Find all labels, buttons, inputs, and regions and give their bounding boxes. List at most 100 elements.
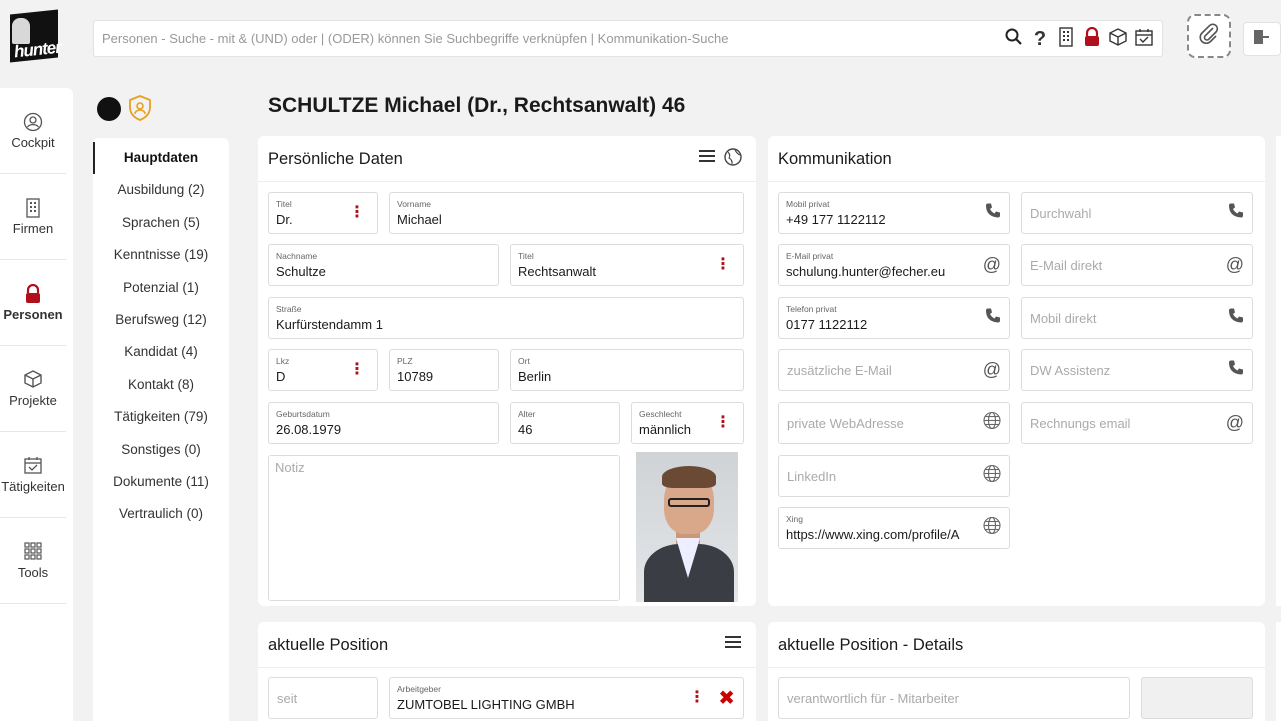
subnav-item-potenzial[interactable]: Potenzial (1) — [93, 276, 229, 308]
field-label: Nachname — [276, 251, 318, 261]
kebab-icon[interactable]: ⋮ — [349, 362, 365, 378]
phone-icon[interactable] — [1228, 308, 1244, 329]
subnav-item-berufsweg[interactable]: Berufsweg (12) — [93, 308, 229, 340]
subnav-item-kandidat[interactable]: Kandidat (4) — [93, 340, 229, 372]
card-title: Persönliche Daten — [268, 150, 403, 168]
at-icon[interactable]: @ — [983, 255, 1001, 276]
nav-item-tools[interactable]: Tools — [0, 518, 66, 604]
geschlecht-field[interactable]: Geschlecht männlich ⋮ — [631, 402, 744, 444]
seit-field[interactable]: seit — [268, 677, 378, 719]
subnav-item-kontakt[interactable]: Kontakt (8) — [93, 373, 229, 405]
subnav-item-sprachen[interactable]: Sprachen (5) — [93, 211, 229, 243]
dw-assistenz-field[interactable]: DW Assistenz — [1021, 349, 1253, 391]
nav-item-projekte[interactable]: Projekte — [0, 346, 66, 432]
delete-icon[interactable]: ✖ — [718, 686, 735, 711]
telefon-privat-field[interactable]: Telefon privat 0177 1122112 — [778, 297, 1010, 339]
building-icon[interactable] — [1056, 26, 1076, 52]
zus-email-field[interactable]: zusätzliche E-Mail @ — [778, 349, 1010, 391]
private-web-field[interactable]: private WebAdresse — [778, 402, 1010, 444]
subnav-item-kenntnisse[interactable]: Kenntnisse (19) — [93, 243, 229, 275]
rechnungs-email-field[interactable]: Rechnungs email @ — [1021, 402, 1253, 444]
position-details-card: aktuelle Position - Details verantwortli… — [768, 622, 1265, 721]
hunter-logo[interactable]: hunter — [6, 9, 62, 64]
nav-item-cockpit[interactable]: Cockpit — [0, 88, 66, 174]
xing-field[interactable]: Xing https://www.xing.com/profile/A — [778, 507, 1010, 549]
globe-icon[interactable] — [983, 516, 1001, 540]
phone-icon[interactable] — [985, 308, 1001, 329]
field-label: Titel — [518, 251, 534, 261]
field-placeholder: verantwortlich für - Mitarbeiter — [787, 690, 959, 706]
at-icon[interactable]: @ — [1226, 413, 1244, 434]
profile-photo[interactable] — [636, 452, 738, 602]
nav-label: Firmen — [12, 220, 54, 236]
personal-data-card: Persönliche Daten Titel Dr. ⋮ Vorname Mi… — [258, 136, 756, 606]
globe-icon[interactable] — [983, 411, 1001, 435]
field-placeholder: zusätzliche E-Mail — [787, 362, 892, 378]
subnav-item-ausbildung[interactable]: Ausbildung (2) — [93, 178, 229, 210]
geburtsdatum-field[interactable]: Geburtsdatum 26.08.1979 — [268, 402, 499, 444]
subnav-item-vertraulich[interactable]: Vertraulich (0) — [93, 502, 229, 534]
nav-label: Tools — [17, 564, 49, 580]
titel-field[interactable]: Titel Dr. ⋮ — [268, 192, 378, 234]
kebab-icon[interactable]: ⋮ — [715, 257, 731, 273]
phone-icon[interactable] — [1228, 360, 1244, 381]
lock-icon[interactable] — [1082, 26, 1102, 52]
nachname-field[interactable]: Nachname Schultze — [268, 244, 499, 286]
lkz-field[interactable]: Lkz D ⋮ — [268, 349, 378, 391]
next-card-edge — [1276, 622, 1281, 721]
subnav-item-dokumente[interactable]: Dokumente (11) — [93, 470, 229, 502]
mobil-direkt-field[interactable]: Mobil direkt — [1021, 297, 1253, 339]
cockpit-icon — [23, 112, 43, 132]
field-placeholder: seit — [277, 690, 298, 706]
at-icon[interactable]: @ — [983, 360, 1001, 381]
subnav-item-sonstiges[interactable]: Sonstiges (0) — [93, 438, 229, 470]
field-label: Titel — [276, 199, 292, 209]
globe-icon[interactable] — [983, 464, 1001, 488]
calendar-check-icon[interactable] — [1134, 28, 1154, 51]
field-value: D — [276, 369, 286, 384]
kebab-icon[interactable]: ⋮ — [349, 205, 365, 221]
field-value: https://www.xing.com/profile/A — [786, 527, 960, 542]
durchwahl-field[interactable]: Durchwahl — [1021, 192, 1253, 234]
nav-item-firmen[interactable]: Firmen — [0, 174, 66, 260]
nav-item-taetigkeiten[interactable]: Tätigkeiten — [0, 432, 66, 518]
phone-icon[interactable] — [985, 203, 1001, 224]
search-icon[interactable] — [1004, 28, 1024, 51]
kebab-icon[interactable]: ⋮ — [715, 415, 731, 431]
box-icon[interactable] — [1108, 27, 1128, 51]
search-input[interactable] — [102, 21, 1002, 56]
linkedin-field[interactable]: LinkedIn — [778, 455, 1010, 497]
field-value: 0177 1122112 — [786, 317, 868, 332]
menu-icon[interactable] — [724, 634, 742, 655]
vorname-field[interactable]: Vorname Michael — [389, 192, 744, 234]
verantwortlich-field[interactable]: verantwortlich für - Mitarbeiter — [778, 677, 1130, 719]
subnav-item-taetigkeiten[interactable]: Tätigkeiten (79) — [93, 405, 229, 437]
status-dot[interactable] — [97, 97, 121, 121]
field-label: Geschlecht — [639, 409, 682, 419]
at-icon[interactable]: @ — [1226, 255, 1244, 276]
position-card: aktuelle Position seit Arbeitgeber ZUMTO… — [258, 622, 756, 721]
attach-button[interactable] — [1187, 14, 1231, 58]
ort-field[interactable]: Ort Berlin — [510, 349, 744, 391]
subnav-item-hauptdaten[interactable]: Hauptdaten — [93, 146, 229, 178]
titel2-field[interactable]: Titel Rechtsanwalt ⋮ — [510, 244, 744, 286]
email-direkt-field[interactable]: E-Mail direkt @ — [1021, 244, 1253, 286]
email-privat-field[interactable]: E-Mail privat schulung.hunter@fecher.eu … — [778, 244, 1010, 286]
count-field[interactable] — [1141, 677, 1253, 719]
globe-icon[interactable] — [724, 148, 742, 171]
exit-button[interactable] — [1243, 22, 1281, 56]
notiz-textarea[interactable]: Notiz — [268, 455, 620, 601]
phone-icon[interactable] — [1228, 203, 1244, 224]
nav-item-personen[interactable]: Personen — [0, 260, 66, 346]
kebab-icon[interactable]: ⋮ — [689, 690, 705, 706]
field-placeholder: Rechnungs email — [1030, 415, 1131, 431]
arbeitgeber-field[interactable]: Arbeitgeber ZUMTOBEL LIGHTING GMBH ⋮ ✖ — [389, 677, 744, 719]
shield-icon[interactable] — [128, 95, 152, 121]
mobil-privat-field[interactable]: Mobil privat +49 177 1122112 — [778, 192, 1010, 234]
help-icon[interactable]: ? — [1030, 28, 1050, 51]
strasse-field[interactable]: Straße Kurfürstendamm 1 — [268, 297, 744, 339]
menu-icon[interactable] — [698, 148, 716, 171]
alter-field[interactable]: Alter 46 — [510, 402, 620, 444]
building-icon — [25, 197, 41, 218]
plz-field[interactable]: PLZ 10789 — [389, 349, 499, 391]
